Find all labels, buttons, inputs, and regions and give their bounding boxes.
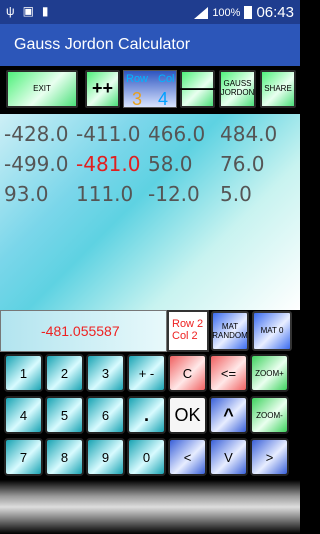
keypad: 1 2 3 + - C <= ZOOM+ 4 5 6 . OK ^ ZOOM- … — [0, 352, 300, 480]
key-down[interactable]: V — [209, 438, 248, 476]
sd-card-icon: ▮ — [41, 4, 49, 18]
row-label: Row — [126, 73, 149, 85]
gauss-jordon-button[interactable]: GAUSS JORDON — [219, 70, 256, 108]
bottom-decoration — [0, 480, 300, 534]
signal-icon — [194, 6, 209, 19]
clock: 06:43 — [256, 4, 294, 21]
selected-position: Row 2 Col 2 — [167, 310, 209, 352]
matrix-cell[interactable]: -428.0 — [4, 122, 76, 146]
zoom-out-button[interactable]: ZOOM- — [250, 396, 289, 434]
selected-row: Row 2 — [172, 318, 204, 330]
app-title: Gauss Jordon Calculator — [14, 36, 191, 53]
exit-button[interactable]: EXIT — [6, 70, 78, 108]
key-8[interactable]: 8 — [45, 438, 84, 476]
row-col-indicator: Row Col 3 4 — [123, 70, 177, 109]
mat-random-button[interactable]: MAT RANDOM — [211, 311, 249, 351]
matrix-cell[interactable]: -12.0 — [148, 182, 220, 206]
status-right: 100% 06:43 — [194, 4, 294, 21]
key-3[interactable]: 3 — [86, 354, 125, 392]
key-7[interactable]: 7 — [4, 438, 43, 476]
matrix-cell[interactable]: 466.0 — [148, 122, 220, 146]
key-plus-minus[interactable]: + - — [127, 354, 166, 392]
row-value: 3 — [132, 89, 143, 109]
matrix-cell[interactable]: -411.0 — [76, 122, 148, 146]
key-5[interactable]: 5 — [45, 396, 84, 434]
remove-row-col-button[interactable]: —— — [180, 70, 216, 108]
matrix-cell-selected[interactable]: -481.0 — [76, 152, 148, 176]
matrix-row: 93.0 111.0 -12.0 5.0 — [4, 182, 292, 206]
matrix-cell[interactable]: 484.0 — [220, 122, 292, 146]
key-right[interactable]: > — [250, 438, 289, 476]
key-2[interactable]: 2 — [45, 354, 84, 392]
col-value: 4 — [158, 89, 169, 109]
key-4[interactable]: 4 — [4, 396, 43, 434]
matrix-cell[interactable]: -499.0 — [4, 152, 76, 176]
share-button[interactable]: SHARE — [260, 70, 296, 108]
matrix-cell[interactable]: 93.0 — [4, 182, 76, 206]
matrix-row: -428.0 -411.0 466.0 484.0 — [4, 122, 292, 146]
add-row-col-button[interactable]: ++ — [85, 70, 120, 108]
matrix-cell[interactable]: 76.0 — [220, 152, 292, 176]
result-value: -481.055587 — [41, 323, 120, 339]
notification-icons: ψ ▣ ▮ — [6, 4, 49, 18]
key-decimal[interactable]: . — [127, 396, 166, 434]
toolbar: EXIT ++ Row Col 3 4 —— GAUSS JORDON SHAR… — [0, 66, 300, 114]
mat-zero-button[interactable]: MAT 0 — [252, 311, 292, 351]
usb-icon: ψ — [6, 4, 15, 18]
key-left[interactable]: < — [168, 438, 207, 476]
matrix-row: -499.0 -481.0 58.0 76.0 — [4, 152, 292, 176]
key-up[interactable]: ^ — [209, 396, 248, 434]
battery-icon — [244, 6, 253, 19]
ok-button[interactable]: OK — [168, 396, 207, 434]
key-1[interactable]: 1 — [4, 354, 43, 392]
col-label: Col — [158, 73, 175, 85]
key-9[interactable]: 9 — [86, 438, 125, 476]
matrix-cell[interactable]: 5.0 — [220, 182, 292, 206]
key-backspace[interactable]: <= — [209, 354, 248, 392]
info-bar: -481.055587 Row 2 Col 2 MAT RANDOM MAT 0 — [0, 310, 300, 352]
key-clear[interactable]: C — [168, 354, 207, 392]
result-display: -481.055587 — [0, 310, 167, 352]
selected-col: Col 2 — [172, 330, 198, 342]
battery-percent: 100% — [212, 6, 241, 19]
status-bar: ψ ▣ ▮ 100% 06:43 — [0, 0, 300, 24]
key-6[interactable]: 6 — [86, 396, 125, 434]
matrix-cell[interactable]: 111.0 — [76, 182, 148, 206]
app-bar: Gauss Jordon Calculator — [0, 24, 300, 66]
matrix-cell[interactable]: 58.0 — [148, 152, 220, 176]
key-0[interactable]: 0 — [127, 438, 166, 476]
matrix-area[interactable]: -428.0 -411.0 466.0 484.0 -499.0 -481.0 … — [0, 114, 300, 310]
zoom-in-button[interactable]: ZOOM+ — [250, 354, 289, 392]
image-icon: ▣ — [22, 4, 34, 18]
